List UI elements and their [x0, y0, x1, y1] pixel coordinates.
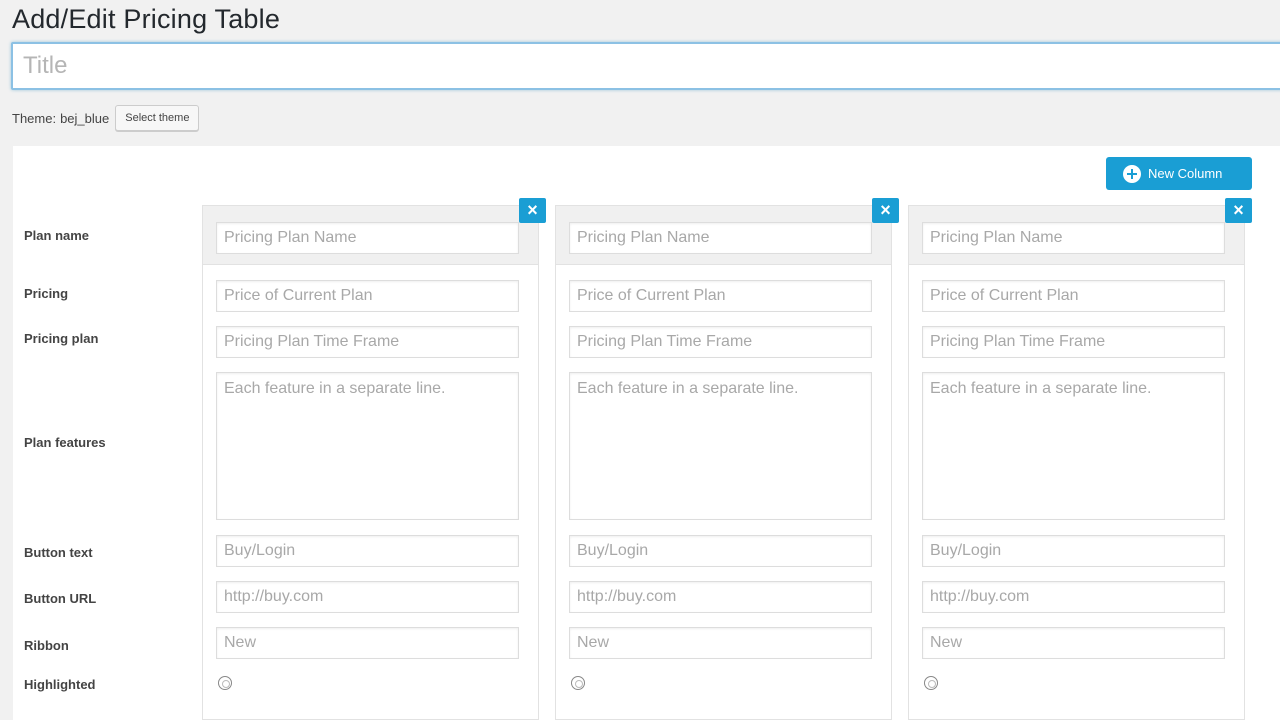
plan-name-input[interactable] — [922, 222, 1225, 254]
plan-features-textarea[interactable] — [216, 372, 519, 520]
row-label-ribbon: Ribbon — [24, 638, 69, 653]
row-label-pricing: Pricing — [24, 286, 69, 301]
plan-name-input[interactable] — [569, 222, 872, 254]
theme-label: Theme: — [12, 110, 57, 126]
row-label-highlighted: Highlighted — [24, 677, 96, 692]
page-title: Add/Edit Pricing Table — [12, 4, 281, 34]
theme-value: bej_blue — [60, 110, 110, 126]
plan-name-input[interactable] — [216, 222, 519, 254]
select-theme-button[interactable]: Select theme — [115, 105, 200, 131]
price-input[interactable] — [216, 280, 519, 312]
button-text-input[interactable] — [216, 535, 519, 567]
theme-row: Theme: bej_blue Select theme — [12, 105, 200, 131]
pricing-column — [908, 205, 1245, 720]
time-frame-input[interactable] — [922, 326, 1225, 358]
highlighted-radio[interactable] — [924, 676, 938, 690]
button-url-input[interactable] — [569, 581, 872, 613]
close-icon[interactable]: × — [1225, 198, 1252, 223]
plus-circle-icon — [1123, 164, 1141, 183]
ribbon-input[interactable] — [216, 627, 519, 659]
close-icon[interactable]: × — [872, 198, 899, 223]
ribbon-input[interactable] — [922, 627, 1225, 659]
pricing-column — [202, 205, 539, 720]
row-label-plan-features: Plan features — [24, 435, 106, 450]
row-label-plan-name: Plan name — [24, 228, 90, 243]
new-column-button[interactable]: New Column — [1106, 157, 1252, 190]
highlighted-radio[interactable] — [571, 676, 585, 690]
row-label-button-url: Button URL — [24, 591, 97, 606]
time-frame-input[interactable] — [216, 326, 519, 358]
button-text-input[interactable] — [922, 535, 1225, 567]
button-text-input[interactable] — [569, 535, 872, 567]
plan-features-textarea[interactable] — [569, 372, 872, 520]
title-input[interactable] — [11, 42, 1280, 90]
time-frame-input[interactable] — [569, 326, 872, 358]
plan-features-textarea[interactable] — [922, 372, 1225, 520]
row-label-button-text: Button text — [24, 545, 93, 560]
price-input[interactable] — [569, 280, 872, 312]
highlighted-radio[interactable] — [218, 676, 232, 690]
row-label-pricing-plan: Pricing plan — [24, 331, 99, 346]
price-input[interactable] — [922, 280, 1225, 312]
close-icon[interactable]: × — [519, 198, 546, 223]
pricing-column — [555, 205, 892, 720]
new-column-label: New Column — [1148, 166, 1223, 181]
button-url-input[interactable] — [216, 581, 519, 613]
ribbon-input[interactable] — [569, 627, 872, 659]
button-url-input[interactable] — [922, 581, 1225, 613]
